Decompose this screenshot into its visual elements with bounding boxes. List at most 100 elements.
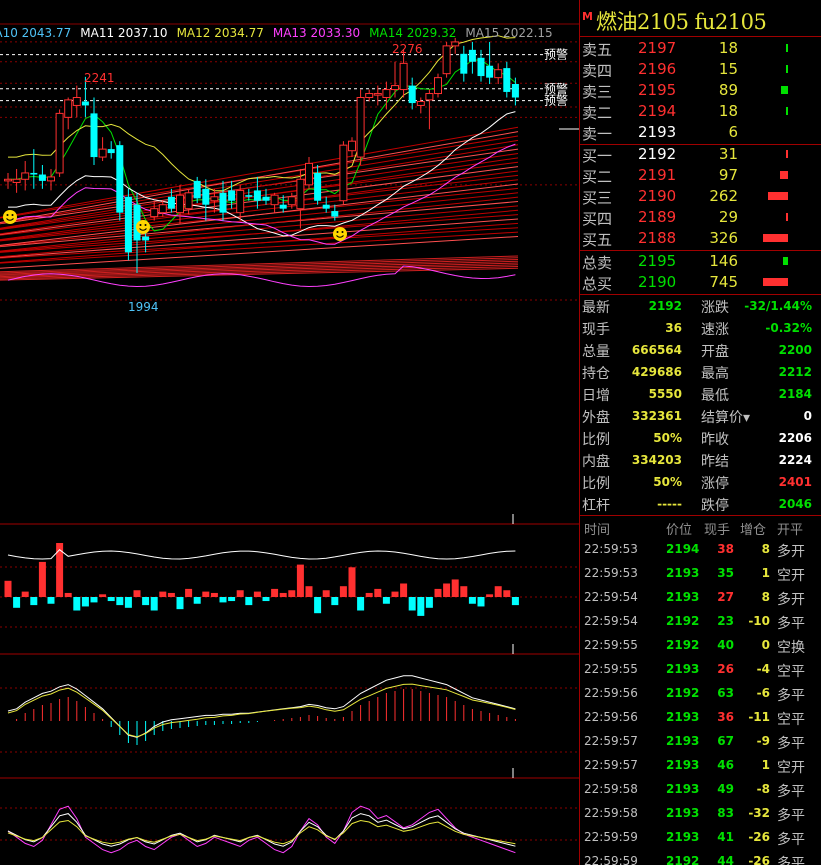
volume-bar <box>253 591 261 597</box>
volume-bar <box>365 592 373 597</box>
tick-time: 22:59:58 <box>584 782 638 796</box>
stat-row: 现手 36 速涨 -0.32% <box>580 317 821 339</box>
candle-body <box>416 100 425 106</box>
stat-label: 总量 <box>582 344 610 360</box>
smiley-icon <box>3 210 17 224</box>
book-row-label: 买三 <box>582 189 613 207</box>
tick-price: 2193 <box>666 710 700 724</box>
tick-type: 空平 <box>777 712 805 728</box>
tick-time: 22:59:57 <box>584 734 638 748</box>
book-row[interactable]: 卖二 2194 18 <box>580 101 821 122</box>
volume-bar <box>99 594 107 597</box>
tick-price: 2193 <box>666 806 700 820</box>
smiley-icon <box>136 220 150 234</box>
chart-area[interactable]: 预警预警预警224122761994 MA10 2043.77MA11 2037… <box>0 0 579 865</box>
stat-row: 杠杆 ----- 跌停 2046 <box>580 493 821 515</box>
tick-row[interactable]: 22:59:53 2193 35 1 空开 <box>580 561 821 585</box>
ma-legend-item: MA11 2037.10 <box>80 26 168 40</box>
tick-row[interactable]: 22:59:55 2192 40 0 空换 <box>580 633 821 657</box>
book-row[interactable]: 总卖 2195 146 <box>580 251 821 272</box>
candlestick-chart[interactable]: 预警预警预警224122761994 <box>0 0 579 865</box>
book-row[interactable]: 卖五 2197 18 <box>580 38 821 59</box>
book-row-price: 2192 <box>638 145 677 163</box>
volume-bar <box>167 592 175 597</box>
candle-body <box>158 204 167 214</box>
stat-label: 现手 <box>582 322 610 338</box>
book-row-label: 卖三 <box>582 83 613 101</box>
tick-open-interest: -4 <box>756 662 770 676</box>
tick-row[interactable]: 22:59:55 2193 26 -4 空平 <box>580 657 821 681</box>
tick-time: 22:59:59 <box>584 830 638 844</box>
tick-row[interactable]: 22:59:54 2192 23 -10 多平 <box>580 609 821 633</box>
volume-bar <box>391 591 399 597</box>
book-row-volume: 89 <box>718 81 738 99</box>
tick-row[interactable]: 22:59:57 2193 67 -9 多平 <box>580 729 821 753</box>
ma-legend: MA10 2043.77 MA11 2037.10 MA12 2034.77 MA13… <box>0 26 562 42</box>
tick-volume: 41 <box>717 830 734 844</box>
tick-time: 22:59:56 <box>584 686 638 700</box>
tick-open-interest: 8 <box>761 542 770 556</box>
candle-body <box>391 85 399 91</box>
tick-price: 2193 <box>666 830 700 844</box>
volume-bar <box>210 592 218 597</box>
book-row[interactable]: 买二 2191 97 <box>580 165 821 186</box>
tick-row[interactable]: 22:59:57 2193 46 1 空开 <box>580 753 821 777</box>
stat-row: 比例 50% 昨收 2206 <box>580 427 821 449</box>
price-high-label: 2241 <box>84 71 115 85</box>
volume-bar <box>64 592 72 597</box>
candle-body <box>511 84 519 98</box>
tick-row[interactable]: 22:59:53 2194 38 8 多开 <box>580 537 821 561</box>
book-row[interactable]: 买一 2192 31 <box>580 144 821 165</box>
book-row[interactable]: 卖一 2193 6 <box>580 122 821 143</box>
quote-panel: M 燃油2105 fu2105 卖五 2197 18 卖四 2196 15 卖三 2195 89… <box>579 0 821 865</box>
book-row[interactable]: 卖四 2196 15 <box>580 59 821 80</box>
book-row[interactable]: 卖三 2195 89 <box>580 80 821 101</box>
volume-bar <box>124 597 132 608</box>
book-row[interactable]: 买四 2189 29 <box>580 207 821 228</box>
book-row-volume: 15 <box>718 60 738 78</box>
tick-row[interactable]: 22:59:56 2193 36 -11 空平 <box>580 705 821 729</box>
tick-type: 多平 <box>777 832 805 848</box>
candle-body <box>373 93 382 96</box>
book-row-volume: 326 <box>709 229 738 247</box>
tick-open-interest: -26 <box>748 830 770 844</box>
stat-label: 比例 <box>582 432 610 448</box>
ticks-header-type: 开平 <box>777 523 804 538</box>
volume-bar <box>202 591 210 597</box>
book-row[interactable]: 买五 2188 326 <box>580 228 821 249</box>
book-row[interactable]: 总买 2190 745 <box>580 272 821 293</box>
tick-row[interactable]: 22:59:59 2192 44 -26 多平 <box>580 849 821 865</box>
volume-bar <box>150 597 158 611</box>
stat-row: 外盘 332361 结算价▾ 0 <box>580 405 821 427</box>
volume-bar <box>331 597 339 606</box>
depth-bar <box>786 150 788 158</box>
tick-row[interactable]: 22:59:59 2193 41 -26 多平 <box>580 825 821 849</box>
tick-volume: 40 <box>717 638 734 652</box>
tick-type: 空开 <box>777 568 805 584</box>
depth-bar <box>763 278 788 286</box>
candle-body <box>460 53 468 74</box>
book-row[interactable]: 买三 2190 262 <box>580 186 821 207</box>
stat-value: 334203 <box>631 453 682 467</box>
candle-body <box>314 172 322 201</box>
tick-row[interactable]: 22:59:58 2193 49 -8 多平 <box>580 777 821 801</box>
tick-type: 空换 <box>777 640 805 656</box>
stat-label: 外盘 <box>582 410 610 426</box>
volume-bar <box>417 597 425 616</box>
candle-body <box>38 174 46 181</box>
stat-value: 2224 <box>778 453 812 467</box>
volume-bar <box>400 583 408 597</box>
tick-open-interest: -26 <box>748 854 770 865</box>
book-row-price: 2197 <box>638 39 677 57</box>
tick-row[interactable]: 22:59:56 2192 63 -6 多平 <box>580 681 821 705</box>
book-row-volume: 745 <box>709 273 738 291</box>
stat-label: 速涨 <box>701 322 729 338</box>
tick-row[interactable]: 22:59:54 2193 27 8 多开 <box>580 585 821 609</box>
volume-bar <box>159 591 167 597</box>
volume-bar <box>503 590 511 597</box>
candle-body <box>21 172 30 180</box>
tick-row[interactable]: 22:59:58 2193 83 -32 多平 <box>580 801 821 825</box>
ticks-header: 时间 价位 现手 增仓 开平 <box>580 517 821 538</box>
candle-body <box>150 208 159 218</box>
stat-label: 结算价▾ <box>701 410 751 426</box>
